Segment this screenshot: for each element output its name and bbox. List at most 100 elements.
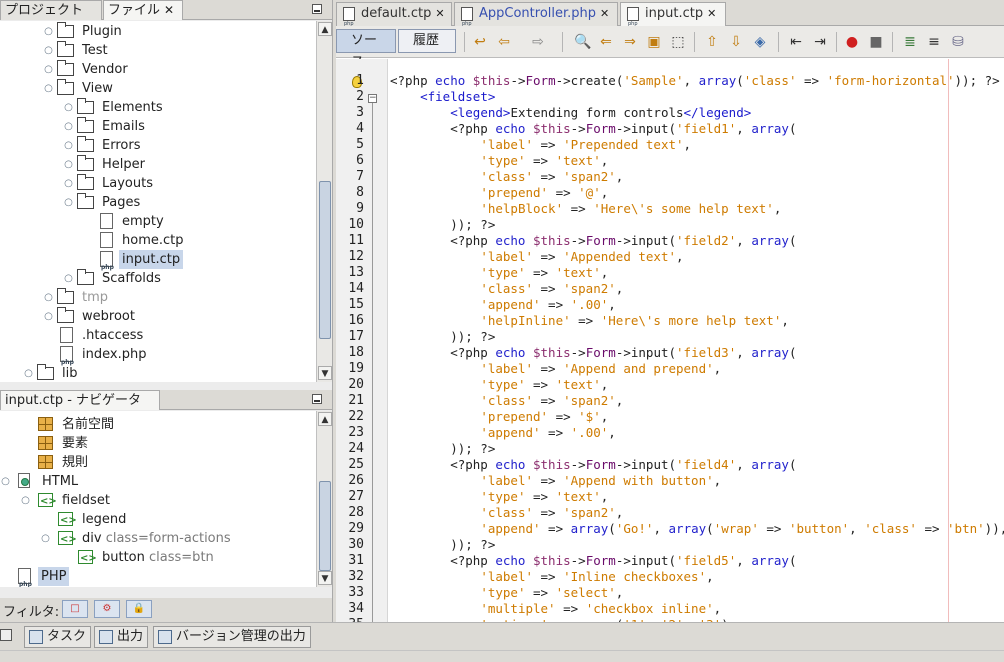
- tree-item[interactable]: Test: [0, 41, 316, 60]
- tree-item[interactable]: Scaffolds: [0, 269, 316, 288]
- fold-toggle-icon[interactable]: −: [368, 94, 377, 103]
- last-edit-icon[interactable]: ↩: [472, 34, 488, 50]
- tab-projects[interactable]: プロジェクト: [0, 0, 102, 20]
- code-line[interactable]: <?php echo $this->Form->input('field3', …: [388, 345, 1004, 361]
- scroll-up-icon[interactable]: ▲: [318, 22, 332, 36]
- expand-toggle-icon[interactable]: [64, 103, 73, 112]
- record-macro-icon[interactable]: ●: [844, 34, 860, 50]
- expand-toggle-icon[interactable]: [44, 293, 53, 302]
- scroll-up-icon[interactable]: ▲: [318, 412, 332, 426]
- code-line[interactable]: 'label' => 'Appended text',: [388, 249, 1004, 265]
- code-line[interactable]: 'type' => 'text',: [388, 265, 1004, 281]
- expand-toggle-icon[interactable]: [24, 369, 33, 378]
- expand-toggle-icon[interactable]: [44, 312, 53, 321]
- editor-tab[interactable]: AppController.php✕: [454, 2, 618, 35]
- scroll-thumb[interactable]: [319, 181, 331, 339]
- code-line[interactable]: 'type' => 'text',: [388, 153, 1004, 169]
- code-line[interactable]: <?php echo $this->Form->create('Sample',…: [388, 73, 1004, 89]
- close-icon[interactable]: ✕: [435, 7, 444, 20]
- minimize-icon[interactable]: [312, 4, 322, 14]
- code-line[interactable]: 'label' => 'Append with button',: [388, 473, 1004, 489]
- tree-item[interactable]: lib: [0, 364, 316, 382]
- shift-left-icon[interactable]: ⇤: [788, 34, 804, 50]
- shift-right-icon[interactable]: ⇥: [812, 34, 828, 50]
- code-line[interactable]: 'append' => array('Go!', array('wrap' =>…: [388, 521, 1004, 537]
- source-button[interactable]: ソース: [336, 29, 396, 70]
- tree-item[interactable]: Vendor: [0, 60, 316, 79]
- close-icon[interactable]: ✕: [164, 3, 174, 17]
- scroll-down-icon[interactable]: ▼: [318, 571, 332, 585]
- code-line[interactable]: 'type' => 'select',: [388, 585, 1004, 601]
- expand-toggle-icon[interactable]: [41, 534, 50, 543]
- navigator-item[interactable]: fieldset: [0, 491, 316, 511]
- expand-toggle-icon[interactable]: [64, 122, 73, 131]
- uncomment-icon[interactable]: ≡: [926, 34, 942, 50]
- expand-toggle-icon[interactable]: [21, 496, 30, 505]
- tree-item[interactable]: .htaccess: [0, 326, 316, 345]
- navigator-item[interactable]: button class=btn: [0, 548, 316, 568]
- code-line[interactable]: <?php echo $this->Form->input('field4', …: [388, 457, 1004, 473]
- code-line[interactable]: 'class' => 'span2',: [388, 393, 1004, 409]
- expand-toggle-icon[interactable]: [44, 84, 53, 93]
- code-line[interactable]: )); ?>: [388, 329, 1004, 345]
- code-line[interactable]: 'label' => 'Append and prepend',: [388, 361, 1004, 377]
- expand-toggle-icon[interactable]: [64, 141, 73, 150]
- restore-icon[interactable]: [0, 629, 12, 641]
- tasks-button[interactable]: タスク: [24, 626, 92, 648]
- close-icon[interactable]: ✕: [600, 7, 609, 20]
- tree-item[interactable]: Errors: [0, 136, 316, 155]
- code-line[interactable]: )); ?>: [388, 537, 1004, 553]
- expand-toggle-icon[interactable]: [64, 274, 73, 283]
- file-tree-scrollbar[interactable]: ▲ ▼: [316, 21, 332, 382]
- tree-item[interactable]: index.php: [0, 345, 316, 372]
- code-line[interactable]: 'class' => 'span2',: [388, 169, 1004, 185]
- scroll-down-icon[interactable]: ▼: [318, 366, 332, 380]
- code-line[interactable]: 'append' => '.00',: [388, 297, 1004, 313]
- tree-item[interactable]: Pages: [0, 193, 316, 212]
- navigator-item[interactable]: 要素: [0, 434, 316, 453]
- code-line[interactable]: <?php echo $this->Form->input('field5', …: [388, 553, 1004, 569]
- rect-select-icon[interactable]: ⬚: [670, 34, 686, 50]
- tree-item[interactable]: webroot: [0, 307, 316, 326]
- database-icon[interactable]: ⛁: [950, 34, 966, 50]
- expand-toggle-icon[interactable]: [44, 46, 53, 55]
- code-line[interactable]: )); ?>: [388, 441, 1004, 457]
- tree-item[interactable]: Plugin: [0, 22, 316, 41]
- tab-files[interactable]: ファイル ✕: [103, 0, 183, 20]
- navigator-item[interactable]: div class=form-actions: [0, 529, 316, 549]
- navigator-scrollbar[interactable]: ▲ ▼: [316, 411, 332, 587]
- tree-item[interactable]: Layouts: [0, 174, 316, 193]
- expand-toggle-icon[interactable]: [1, 477, 10, 486]
- stop-macro-icon[interactable]: ■: [868, 34, 884, 50]
- tree-item[interactable]: View: [0, 79, 316, 98]
- filter-static-icon[interactable]: ⚙: [94, 600, 120, 618]
- navigator-item[interactable]: HTML: [0, 472, 316, 491]
- code-line[interactable]: 'multiple' => 'checkbox inline',: [388, 601, 1004, 617]
- filter-private-icon[interactable]: 🔒: [126, 600, 152, 618]
- code-line[interactable]: 'type' => 'text',: [388, 489, 1004, 505]
- expand-toggle-icon[interactable]: [44, 27, 53, 36]
- code-line[interactable]: )); ?>: [388, 217, 1004, 233]
- expand-toggle-icon[interactable]: [64, 179, 73, 188]
- code-line[interactable]: <?php echo $this->Form->input('field2', …: [388, 233, 1004, 249]
- code-line[interactable]: 'class' => 'span2',: [388, 281, 1004, 297]
- expand-toggle-icon[interactable]: [64, 160, 73, 169]
- expand-toggle-icon[interactable]: [64, 198, 73, 207]
- filter-fields-icon[interactable]: □: [62, 600, 88, 618]
- code-line[interactable]: 'class' => 'span2',: [388, 505, 1004, 521]
- navigator-item[interactable]: PHP: [0, 567, 316, 587]
- code-line[interactable]: 'append' => '.00',: [388, 425, 1004, 441]
- find-icon[interactable]: 🔍: [574, 34, 591, 50]
- code-editor[interactable]: − 1 2 3 4 5 6 7 8 9 10 11 12 13 14 15 16 17 18 19 20 21 22 23 2…: [336, 59, 1004, 622]
- navigator-item[interactable]: 名前空間: [0, 415, 316, 434]
- tree-item[interactable]: Emails: [0, 117, 316, 136]
- code-line[interactable]: <?php echo $this->Form->input('field1', …: [388, 121, 1004, 137]
- code-line[interactable]: 'helpInline' => 'Here\'s more help text'…: [388, 313, 1004, 329]
- tree-item[interactable]: input.ctp: [0, 250, 316, 277]
- tab-navigator[interactable]: input.ctp - ナビゲータ✕: [0, 390, 160, 426]
- minimize-icon[interactable]: [312, 394, 322, 404]
- code-line[interactable]: <legend>Extending form controls</legend>: [388, 105, 1004, 121]
- code-line[interactable]: 'prepend' => '$',: [388, 409, 1004, 425]
- forward-icon[interactable]: ⇨: [530, 34, 546, 50]
- code-line[interactable]: <fieldset>: [388, 89, 1004, 105]
